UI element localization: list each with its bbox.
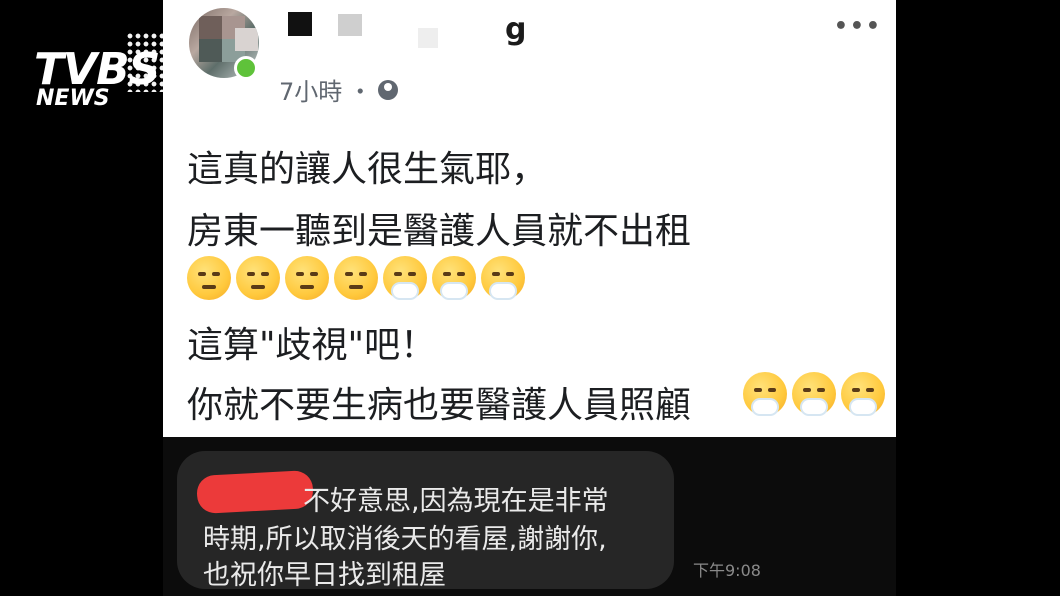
message-line: 時期,所以取消後天的看屋,謝謝你,	[203, 524, 607, 555]
globe-icon	[378, 79, 399, 100]
online-status-indicator	[234, 56, 258, 80]
logo-sub: NEWS	[36, 86, 110, 111]
redacted-name	[196, 469, 314, 515]
angry-face-icon	[285, 256, 329, 300]
angry-face-icon	[236, 256, 280, 300]
post-text-line: 房東一聽到是醫護人員就不出租	[187, 211, 692, 252]
emoji-row	[743, 372, 890, 416]
emoji-row	[187, 256, 530, 300]
face-with-steam-icon	[743, 372, 787, 416]
face-with-steam-icon	[432, 256, 476, 300]
message-bubble[interactable]: 不好意思,因為現在是非常 時期,所以取消後天的看屋,謝謝你, 也祝你早日找到租屋	[177, 451, 674, 591]
post-text-line: 你就不要生病也要醫護人員照顧	[187, 385, 692, 426]
more-options-icon[interactable]: •••	[834, 14, 882, 39]
face-with-steam-icon	[792, 372, 836, 416]
author-name-letter: g	[505, 12, 527, 47]
post-time[interactable]: 7小時	[279, 72, 342, 107]
post-text-line: 這算"歧視"吧！	[187, 325, 437, 366]
author-name-censored[interactable]	[288, 10, 618, 48]
face-with-steam-icon	[481, 256, 525, 300]
meta-separator: ・	[348, 78, 373, 106]
tvbs-news-logo: TVBS NEWS	[34, 32, 184, 111]
message-line: 不好意思,因為現在是非常	[303, 486, 609, 517]
face-with-steam-icon	[383, 256, 427, 300]
message-timestamp: 下午9:08	[693, 561, 761, 580]
angry-face-icon	[187, 256, 231, 300]
face-with-steam-icon	[841, 372, 885, 416]
facebook-post: g 7小時 ・ ••• 這真的讓人很生氣耶， 房東一聽到是醫護人員就不出租 這算…	[163, 0, 896, 437]
angry-face-icon	[334, 256, 378, 300]
message-line: 也祝你早日找到租屋	[203, 560, 446, 591]
chat-screenshot: 不好意思,因為現在是非常 時期,所以取消後天的看屋,謝謝你, 也祝你早日找到租屋…	[163, 437, 896, 596]
post-meta: 7小時 ・	[279, 72, 399, 107]
post-text-line: 這真的讓人很生氣耶，	[187, 149, 548, 190]
